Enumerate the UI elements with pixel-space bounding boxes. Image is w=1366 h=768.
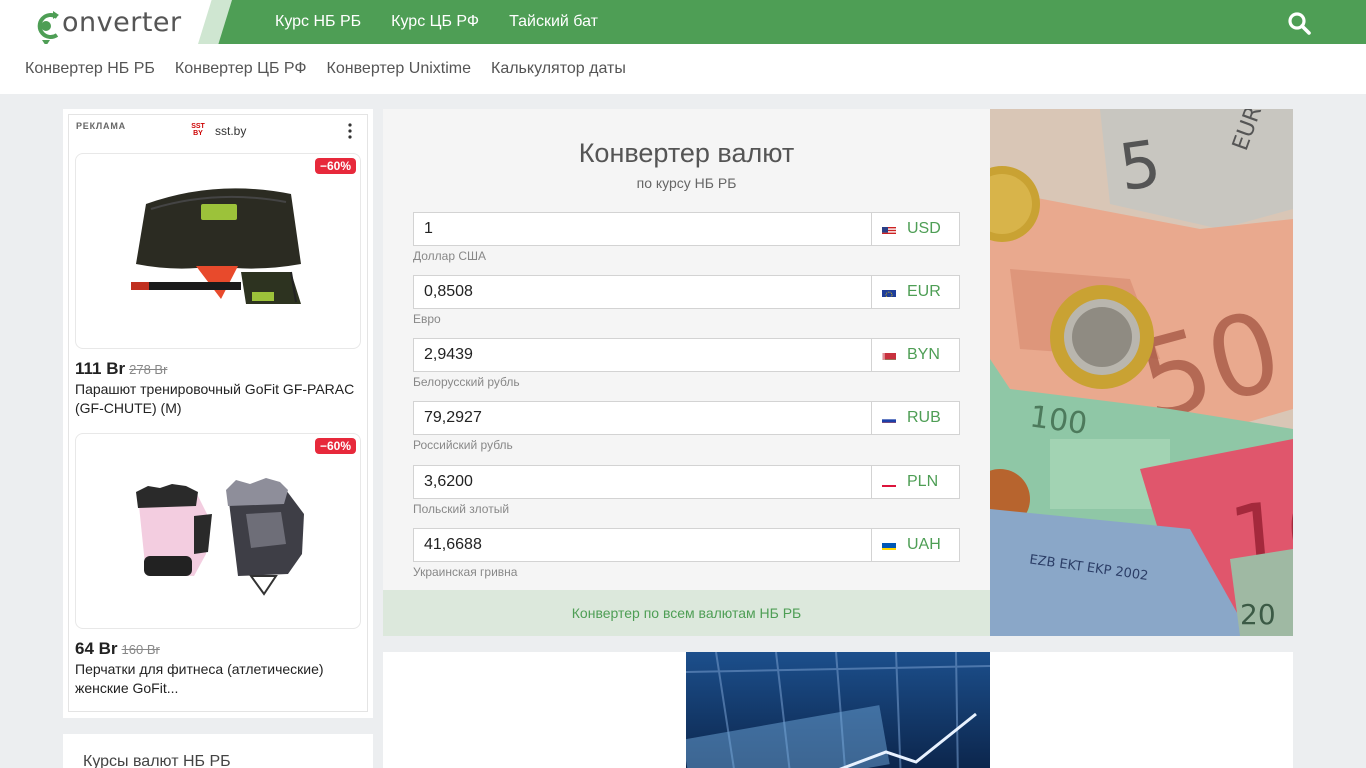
ua-flag-icon: [882, 540, 896, 550]
old-price: 160 Br: [121, 642, 160, 657]
currency-name: Украинская гривна: [413, 565, 518, 579]
parachute-image: [131, 188, 301, 304]
currency-row-rub: 79,2927 RUB: [413, 401, 960, 435]
discount-badge: −60%: [314, 158, 356, 174]
rates-title: Курсы валют НБ РБ: [83, 753, 231, 768]
finance-growth-image: [686, 652, 990, 768]
svg-text:20: 20: [1240, 598, 1276, 631]
ad-source[interactable]: SST BY sst.by: [189, 123, 246, 139]
nav-nbrb-rate[interactable]: Курс НБ РБ: [275, 13, 361, 31]
currency-code: RUB: [907, 409, 941, 426]
subnav-cbrf-converter[interactable]: Конвертер ЦБ РФ: [175, 60, 307, 78]
ad-block[interactable]: РЕКЛАМА SST BY sst.by −60% 111 Br 278 Br…: [68, 114, 368, 712]
converter-title: Конвертер валют: [578, 138, 795, 168]
eu-flag-icon: [882, 287, 896, 297]
currency-selector-uah[interactable]: UAH: [871, 528, 960, 562]
currency-name: Евро: [413, 312, 441, 326]
rates-box: Курсы валют НБ РБ: [63, 734, 373, 768]
currency-selector-eur[interactable]: EUR: [871, 275, 960, 309]
product-card[interactable]: −60%: [75, 433, 361, 629]
product-title[interactable]: Парашют тренировочный GoFit GF-PARAC (GF…: [75, 380, 360, 418]
bottom-banner: [383, 652, 1293, 768]
currency-code: USD: [907, 220, 941, 237]
product-title[interactable]: Перчатки для фитнеса (атлетические) женс…: [75, 660, 360, 698]
currency-row-uah: 41,6688 UAH: [413, 528, 960, 562]
currency-row-usd: 1 USD: [413, 212, 960, 246]
search-icon[interactable]: [1287, 10, 1313, 36]
currency-code: BYN: [907, 346, 940, 363]
amount-input-byn[interactable]: 2,9439: [413, 338, 872, 372]
product-card[interactable]: −60%: [75, 153, 361, 349]
currency-name: Доллар США: [413, 249, 487, 263]
old-price: 278 Br: [129, 362, 168, 377]
by-flag-icon: [882, 350, 896, 360]
subnav-unixtime-converter[interactable]: Конвертер Unixtime: [327, 60, 471, 78]
converter-logo-icon: [32, 7, 62, 46]
euro-banknotes-image: 5 EURO 50 100 10 EZB EKT EKP 2002 20: [990, 109, 1293, 636]
amount-input-pln[interactable]: 3,6200: [413, 465, 872, 499]
amount-input-rub[interactable]: 79,2927: [413, 401, 872, 435]
ru-flag-icon: [882, 413, 896, 423]
currency-code: PLN: [907, 473, 939, 490]
sub-nav: Конвертер НБ РБ Конвертер ЦБ РФ Конверте…: [0, 44, 1366, 94]
currency-code: EUR: [907, 283, 941, 300]
amount-input-usd[interactable]: 1: [413, 212, 872, 246]
nav-thai-baht[interactable]: Тайский бат: [509, 13, 598, 31]
top-header: onverter Курс НБ РБ Курс ЦБ РФ Тайский б…: [0, 0, 1366, 46]
product-price: 64 Br 160 Br: [75, 639, 160, 658]
currency-name: Российский рубль: [413, 438, 513, 452]
converter-subtitle: по курсу НБ РБ: [636, 175, 737, 191]
subnav-nbrb-converter[interactable]: Конвертер НБ РБ: [25, 60, 155, 78]
currency-row-byn: 2,9439 BYN: [413, 338, 960, 372]
currency-name: Польский злотый: [413, 502, 510, 516]
currency-selector-usd[interactable]: USD: [871, 212, 960, 246]
discount-badge: −60%: [314, 438, 356, 454]
amount-input-uah[interactable]: 41,6688: [413, 528, 872, 562]
top-nav: Курс НБ РБ Курс ЦБ РФ Тайский бат: [275, 0, 598, 44]
gloves-image: [136, 478, 304, 596]
currency-selector-byn[interactable]: BYN: [871, 338, 960, 372]
currency-converter: Конвертер валют по курсу НБ РБ 1 USD Дол…: [383, 109, 990, 636]
currency-code: UAH: [907, 536, 941, 553]
currency-name: Белорусский рубль: [413, 375, 520, 389]
currency-selector-rub[interactable]: RUB: [871, 401, 960, 435]
nav-cbrf-rate[interactable]: Курс ЦБ РФ: [391, 13, 479, 31]
sst-logo: SST BY: [191, 123, 205, 137]
currency-row-eur: 0,8508 EUR: [413, 275, 960, 309]
product-price: 111 Br 278 Br: [75, 359, 168, 378]
all-currencies-converter-link[interactable]: Конвертер по всем валютам НБ РБ: [383, 590, 990, 636]
site-logo[interactable]: onverter: [32, 2, 182, 46]
us-flag-icon: [882, 224, 896, 234]
more-vertical-icon[interactable]: [347, 123, 353, 139]
subnav-date-calculator[interactable]: Калькулятор даты: [491, 60, 626, 78]
ad-column: РЕКЛАМА SST BY sst.by −60% 111 Br 278 Br…: [63, 109, 373, 718]
currency-selector-pln[interactable]: PLN: [871, 465, 960, 499]
ad-source-name: sst.by: [215, 124, 247, 138]
amount-input-eur[interactable]: 0,8508: [413, 275, 872, 309]
currency-row-pln: 3,6200 PLN: [413, 465, 960, 499]
logo-text: onverter: [62, 6, 182, 38]
pl-flag-icon: [882, 477, 896, 487]
ad-label: РЕКЛАМА: [76, 121, 126, 131]
